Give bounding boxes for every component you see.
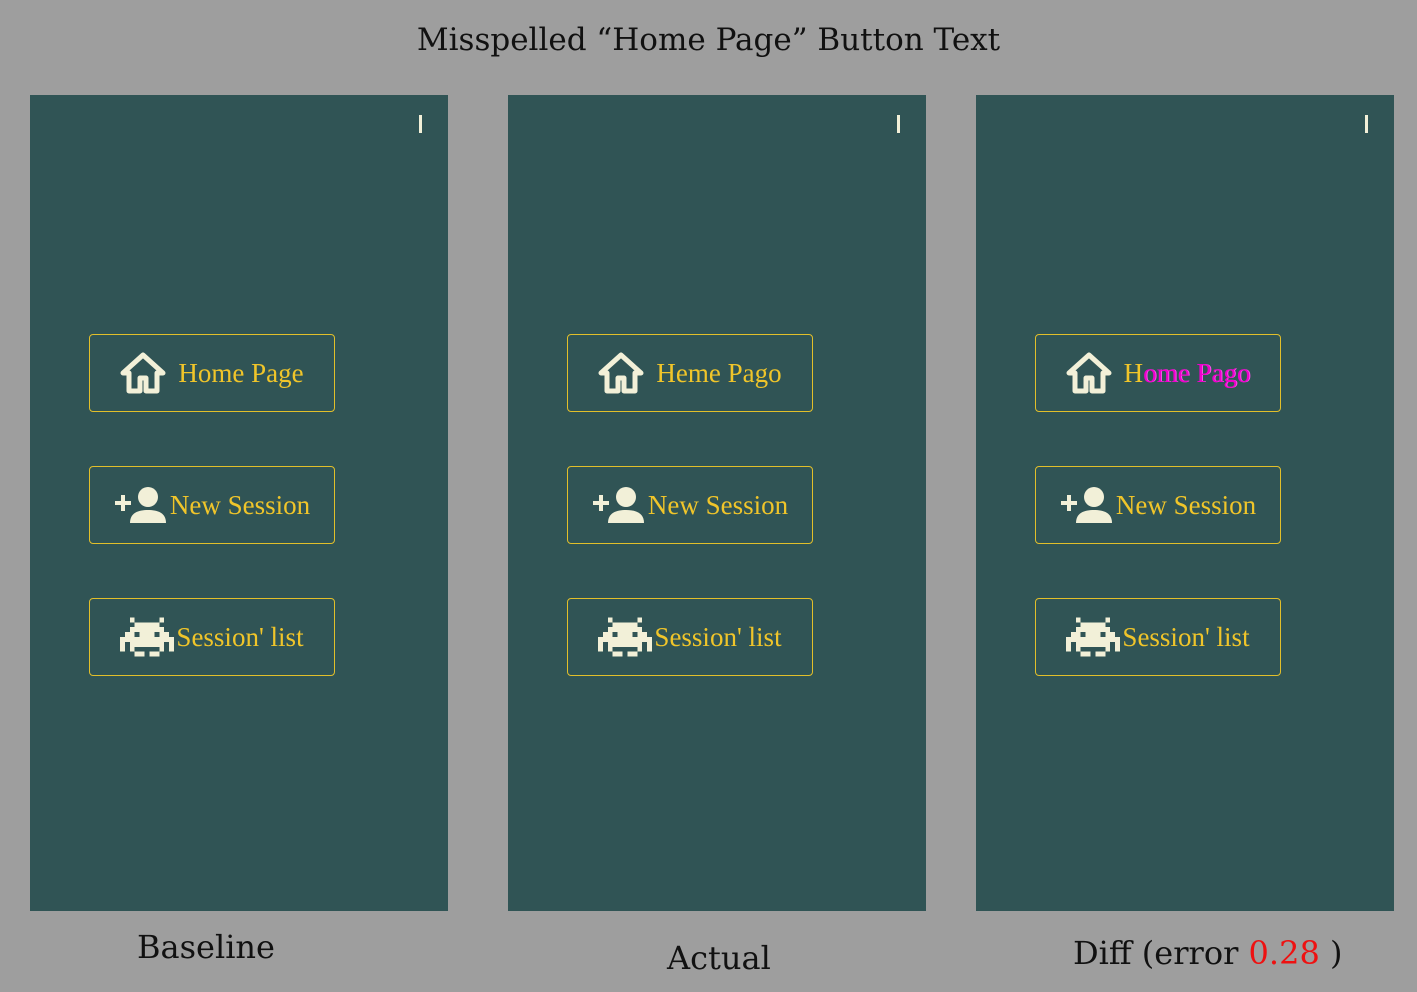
new-session-label: New Session bbox=[169, 489, 311, 520]
add-person-icon bbox=[592, 485, 646, 525]
error-value: 0.28 bbox=[1248, 934, 1320, 972]
text-cursor-icon bbox=[419, 115, 422, 133]
actual-screen: Heme Pago New Session Session' list bbox=[508, 95, 926, 911]
page-title: Misspelled “Home Page” Button Text bbox=[416, 22, 1001, 58]
session-list-label: Session' list bbox=[176, 621, 304, 652]
home-page-button[interactable]: Home Page bbox=[89, 334, 335, 412]
space-invader-icon bbox=[598, 617, 653, 657]
session-list-button[interactable]: Session' list bbox=[1035, 598, 1281, 676]
new-session-label: New Session bbox=[647, 489, 789, 520]
home-icon bbox=[120, 352, 166, 394]
home-page-button[interactable]: Home Pago bbox=[1035, 334, 1281, 412]
home-icon bbox=[1066, 352, 1112, 394]
text-cursor-icon bbox=[897, 115, 900, 133]
baseline-caption: Baseline bbox=[137, 928, 275, 966]
home-page-label: Home Page bbox=[178, 357, 304, 388]
diff-caption-prefix: Diff (error bbox=[1073, 934, 1239, 972]
home-icon bbox=[598, 352, 644, 394]
actual-caption: Actual bbox=[667, 939, 771, 977]
baseline-screen: Home Page New Session Session' list bbox=[30, 95, 448, 911]
new-session-button[interactable]: New Session bbox=[567, 466, 813, 544]
session-list-button[interactable]: Session' list bbox=[89, 598, 335, 676]
add-person-icon bbox=[1060, 485, 1114, 525]
home-page-button[interactable]: Heme Pago bbox=[567, 334, 813, 412]
add-person-icon bbox=[114, 485, 168, 525]
session-list-label: Session' list bbox=[654, 621, 782, 652]
space-invader-icon bbox=[120, 617, 175, 657]
diff-unchanged-text: H bbox=[1123, 357, 1144, 388]
space-invader-icon bbox=[1066, 617, 1121, 657]
diff-caption: Diff (error 0.28 ) bbox=[1073, 934, 1342, 972]
diff-highlight-text: ome Pago bbox=[1143, 357, 1251, 388]
diff-screen: Home Pago New Session Session' list bbox=[976, 95, 1394, 911]
home-page-label: Home Pago bbox=[1124, 358, 1251, 389]
text-cursor-icon bbox=[1365, 115, 1368, 133]
diff-caption-suffix: ) bbox=[1329, 934, 1343, 972]
session-list-button[interactable]: Session' list bbox=[567, 598, 813, 676]
new-session-button[interactable]: New Session bbox=[89, 466, 335, 544]
new-session-button[interactable]: New Session bbox=[1035, 466, 1281, 544]
home-page-label: Heme Pago bbox=[656, 357, 782, 388]
session-list-label: Session' list bbox=[1122, 621, 1250, 652]
new-session-label: New Session bbox=[1115, 489, 1257, 520]
